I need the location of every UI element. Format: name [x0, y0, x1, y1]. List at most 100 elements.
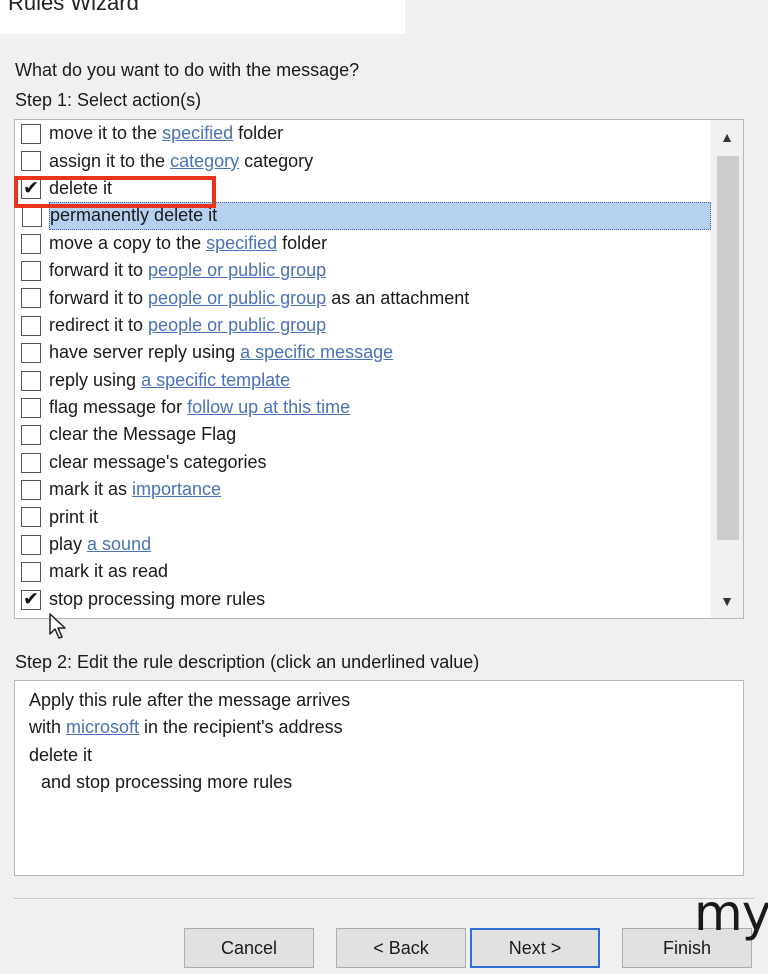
description-line: delete it	[29, 744, 93, 765]
mouse-cursor-icon	[49, 613, 66, 639]
action-checkbox[interactable]	[21, 534, 41, 555]
action-item[interactable]: redirect it to people or public group	[15, 312, 711, 339]
actions-listbox[interactable]: move it to the specified folder assign it…	[14, 119, 744, 619]
action-value-link[interactable]: people or public group	[148, 288, 326, 309]
action-label: forward it to	[49, 287, 149, 308]
action-item[interactable]: print it	[15, 503, 711, 530]
action-checkbox[interactable]	[21, 288, 41, 309]
step1-label: Step 1: Select action(s)	[15, 90, 202, 110]
action-item[interactable]: assign it to the category category	[15, 147, 711, 174]
chevron-down-icon: ▼	[720, 593, 734, 609]
action-item[interactable]: mark it as read	[15, 558, 711, 585]
action-item[interactable]: play a sound	[15, 531, 711, 558]
checkmark-icon: ✔	[23, 178, 39, 200]
scroll-thumb[interactable]	[717, 156, 739, 540]
finish-button[interactable]: Finish	[622, 928, 752, 968]
description-value-link[interactable]: microsoft	[66, 717, 139, 737]
rules-wizard-window: Rules Wizard What do you want to do with…	[0, 0, 768, 974]
checkmark-icon: ✔	[23, 589, 39, 611]
action-value-link[interactable]: a specific message	[240, 342, 393, 363]
divider	[14, 898, 754, 899]
action-checkbox[interactable]	[21, 124, 41, 144]
action-value-link[interactable]: category	[170, 151, 239, 172]
action-label: category	[239, 150, 314, 171]
action-item[interactable]: move a copy to the specified folder	[15, 230, 711, 257]
action-label: play	[49, 534, 88, 555]
description-text: in the recipient's address	[139, 717, 343, 738]
description-line: with microsoft in the recipient's addres…	[29, 714, 729, 741]
action-item[interactable]: ✔ delete it	[15, 175, 711, 202]
next-button[interactable]: Next >	[470, 928, 600, 968]
action-label: have server reply using	[49, 342, 241, 363]
action-list: move it to the specified folder assign it…	[15, 120, 711, 613]
back-button[interactable]: < Back	[336, 928, 466, 968]
step2-label: Step 2: Edit the rule description (click…	[15, 652, 480, 672]
action-item[interactable]: clear the Message Flag	[15, 421, 711, 448]
action-label: clear the Message Flag	[49, 424, 237, 445]
action-checkbox[interactable]	[21, 233, 41, 254]
action-label: redirect it to	[49, 314, 149, 335]
chevron-up-icon: ▲	[720, 129, 734, 145]
action-checkbox[interactable]	[21, 397, 41, 418]
scroll-down-button[interactable]: ▼	[711, 584, 743, 618]
action-label: move a copy to the	[49, 232, 207, 253]
action-value-link[interactable]: people or public group	[148, 315, 326, 336]
window-title: Rules Wizard	[8, 0, 139, 15]
action-value-link[interactable]: people or public group	[148, 260, 326, 281]
action-value-link[interactable]: a sound	[87, 534, 151, 555]
action-checkbox[interactable]	[21, 480, 41, 501]
wizard-question: What do you want to do with the message?	[15, 60, 360, 80]
action-checkbox[interactable]	[21, 343, 41, 364]
action-item[interactable]: clear message's categories	[15, 449, 711, 476]
action-label: assign it to the	[49, 150, 171, 171]
action-label: permanently delete it	[50, 205, 218, 226]
action-item[interactable]: flag message for follow up at this time	[15, 394, 711, 421]
action-label: print it	[49, 506, 99, 527]
action-checkbox[interactable]	[22, 207, 42, 228]
action-item[interactable]: mark it as importance	[15, 476, 711, 503]
action-label: as an attachment	[326, 287, 470, 308]
action-checkbox[interactable]	[21, 260, 41, 281]
description-line: and stop processing more rules	[41, 772, 293, 793]
action-checkbox[interactable]	[21, 151, 41, 172]
background-panel	[406, 0, 768, 128]
action-checkbox[interactable]	[21, 425, 41, 446]
actions-scrollbar[interactable]: ▲ ▼	[711, 120, 743, 618]
action-checkbox[interactable]	[21, 562, 41, 583]
action-value-link[interactable]: importance	[132, 479, 221, 500]
action-label: folder	[233, 123, 284, 144]
action-checkbox[interactable]	[21, 370, 41, 391]
action-label: delete it	[49, 177, 113, 198]
rule-description-box: Apply this rule after the message arrive…	[14, 680, 744, 876]
action-checkbox[interactable]	[21, 507, 41, 528]
scroll-up-button[interactable]: ▲	[711, 120, 743, 154]
action-item[interactable]: move it to the specified folder	[15, 120, 711, 147]
action-checkbox[interactable]	[21, 452, 41, 473]
action-label: forward it to	[49, 260, 149, 281]
action-label: reply using	[49, 369, 142, 390]
action-item[interactable]: forward it to people or public group as …	[15, 284, 711, 311]
action-value-link[interactable]: specified	[162, 123, 233, 144]
action-checkbox[interactable]: ✔	[21, 589, 41, 611]
action-value-link[interactable]: follow up at this time	[187, 397, 350, 418]
action-value-link[interactable]: specified	[206, 233, 277, 254]
action-label: folder	[277, 232, 328, 253]
action-checkbox[interactable]	[21, 315, 41, 336]
description-line: Apply this rule after the message arrive…	[29, 690, 351, 710]
action-label: stop processing more rules	[49, 588, 266, 609]
action-label: mark it as read	[49, 561, 169, 582]
description-text: with	[29, 717, 67, 738]
action-label: mark it as	[49, 479, 133, 500]
action-item[interactable]: permanently delete it	[22, 202, 711, 230]
title-bar: Rules Wizard	[0, 0, 405, 34]
action-item[interactable]: reply using a specific template	[15, 367, 711, 394]
action-item[interactable]: have server reply using a specific messa…	[15, 339, 711, 366]
action-label: move it to the	[49, 123, 163, 144]
action-item[interactable]: ✔ stop processing more rules	[15, 586, 711, 613]
action-label: flag message for	[49, 397, 188, 418]
action-value-link[interactable]: a specific template	[141, 370, 290, 391]
action-label: clear message's categories	[49, 451, 267, 472]
cancel-button[interactable]: Cancel	[184, 928, 314, 968]
action-item[interactable]: forward it to people or public group	[15, 257, 711, 284]
action-checkbox[interactable]: ✔	[21, 178, 41, 200]
